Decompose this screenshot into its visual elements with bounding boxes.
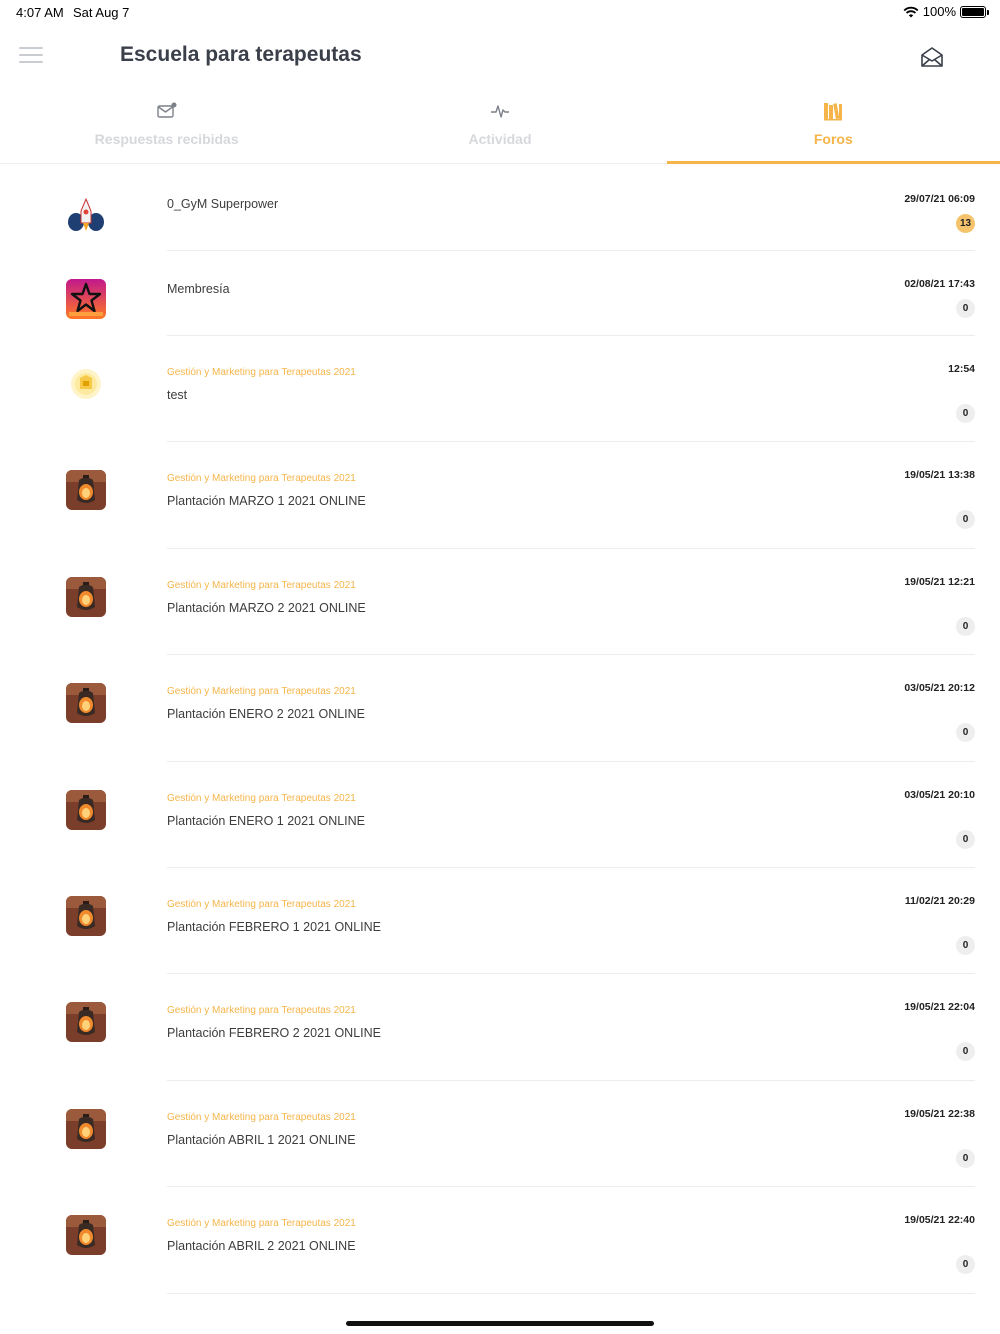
forum-title: Plantación ENERO 1 2021 ONLINE	[167, 813, 366, 828]
rocket-avatar	[66, 195, 106, 235]
forum-category: Gestión y Marketing para Terapeutas 2021	[167, 686, 356, 698]
forum-category: Gestión y Marketing para Terapeutas 2021	[167, 367, 356, 378]
wifi-icon	[903, 6, 919, 17]
count-badge: 0	[956, 1255, 975, 1275]
forum-title: test	[167, 388, 188, 402]
forum-date: 03/05/21 20:12	[904, 682, 975, 695]
count-badge: 0	[956, 510, 975, 530]
count-badge: 0	[956, 935, 975, 955]
forum-title: 0_GyM Superpower	[167, 197, 279, 211]
forum-row[interactable]: Gestión y Marketing para Terapeutas 2021…	[0, 762, 1000, 868]
divider	[167, 1292, 975, 1294]
forum-row[interactable]: Gestión y Marketing para Terapeutas 2021…	[0, 655, 1000, 762]
count-badge: 0	[956, 1148, 975, 1168]
status-bar: 4:07 AM Sat Aug 7 100%	[0, 0, 1000, 24]
forum-date: 02/08/21 17:43	[904, 278, 975, 290]
forum-row[interactable]: Membresía 02/08/21 17:43 0	[0, 251, 1000, 336]
forum-category: Gestión y Marketing para Terapeutas 2021	[167, 1218, 356, 1230]
forum-date: 11/02/21 20:29	[904, 894, 975, 907]
forum-category: Gestión y Marketing para Terapeutas 2021	[167, 1111, 356, 1123]
forum-date: 19/05/21 12:21	[904, 575, 975, 588]
tab-actividad[interactable]: Actividad	[333, 92, 666, 163]
forum-category: Gestión y Marketing para Terapeutas 2021	[167, 579, 356, 591]
hamburger-menu-icon[interactable]	[19, 47, 43, 65]
forum-category: Gestión y Marketing para Terapeutas 2021	[167, 792, 356, 804]
tab-label: Foros	[813, 131, 853, 147]
forum-row[interactable]: Gestión y Marketing para Terapeutas 2021…	[0, 549, 1000, 656]
tab-foros[interactable]: Foros	[666, 92, 1000, 164]
star-membership-avatar	[66, 279, 106, 319]
status-indicators: 100%	[903, 4, 989, 19]
count-badge: 0	[956, 404, 975, 423]
forum-date: 19/05/21 22:04	[904, 1001, 975, 1014]
lantern-avatar	[66, 1215, 106, 1256]
forum-title: Plantación FEBRERO 1 2021 ONLINE	[167, 919, 381, 934]
count-badge: 0	[956, 299, 975, 318]
forum-row[interactable]: Gestión y Marketing para Terapeutas 2021…	[0, 336, 1000, 443]
lantern-avatar	[66, 1108, 106, 1149]
count-badge: 0	[956, 829, 975, 849]
status-time: 4:07 AM	[16, 5, 64, 20]
forum-list: 0_GyM Superpower 29/07/21 06:09 13 Membr…	[0, 166, 1000, 1294]
tab-label: Respuestas recibidas	[94, 131, 239, 147]
forum-row[interactable]: 0_GyM Superpower 29/07/21 06:09 13	[0, 166, 1000, 251]
forum-title: Plantación FEBRERO 2 2021 ONLINE	[167, 1026, 381, 1041]
count-badge: 0	[956, 616, 975, 636]
forum-row[interactable]: Gestión y Marketing para Terapeutas 2021…	[0, 868, 1000, 975]
count-badge: 0	[956, 723, 975, 743]
forum-date: 29/07/21 06:09	[904, 193, 975, 205]
count-badge: 13	[956, 214, 975, 233]
forum-title: Plantación ENERO 2 2021 ONLINE	[167, 707, 366, 722]
lantern-avatar	[66, 1002, 106, 1043]
lantern-avatar	[66, 789, 106, 830]
page-title: Escuela para terapeutas	[120, 43, 362, 66]
forum-row[interactable]: Gestión y Marketing para Terapeutas 2021…	[0, 974, 1000, 1081]
forum-date: 19/05/21 22:38	[904, 1107, 975, 1120]
forum-title: Membresía	[167, 282, 230, 296]
forum-category: Gestión y Marketing para Terapeutas 2021	[167, 898, 356, 910]
status-date: Sat Aug 7	[73, 5, 130, 20]
envelope-open-icon[interactable]	[920, 46, 944, 68]
forum-date: 03/05/21 20:10	[904, 788, 975, 801]
forum-row[interactable]: Gestión y Marketing para Terapeutas 2021…	[0, 442, 1000, 549]
envelope-notification-icon	[156, 102, 177, 118]
forum-date: 19/05/21 13:38	[904, 469, 975, 482]
lantern-avatar	[66, 576, 106, 617]
forum-category: Gestión y Marketing para Terapeutas 2021	[167, 1005, 356, 1017]
battery-icon	[960, 5, 989, 18]
activity-pulse-icon	[490, 105, 509, 118]
forum-title: Plantación MARZO 1 2021 ONLINE	[167, 494, 366, 509]
lantern-avatar	[66, 895, 106, 936]
home-indicator	[346, 1321, 654, 1326]
books-icon	[824, 103, 843, 121]
forum-title: Plantación ABRIL 2 2021 ONLINE	[167, 1239, 356, 1254]
count-badge: 0	[956, 1042, 975, 1062]
app-header: Escuela para terapeutas	[0, 30, 1000, 86]
tab-label: Actividad	[468, 131, 532, 147]
forum-category: Gestión y Marketing para Terapeutas 2021	[167, 473, 356, 485]
forum-row[interactable]: Gestión y Marketing para Terapeutas 2021…	[0, 1081, 1000, 1188]
lantern-avatar	[66, 683, 106, 724]
tab-respuestas-recibidas[interactable]: Respuestas recibidas	[0, 92, 333, 163]
forum-date: 19/05/21 22:40	[904, 1214, 975, 1227]
forum-row[interactable]: Gestión y Marketing para Terapeutas 2021…	[0, 1187, 1000, 1294]
tab-bar: Respuestas recibidas Actividad Foros	[0, 92, 1000, 164]
forum-date: 12:54	[948, 363, 975, 375]
lantern-avatar	[66, 470, 106, 511]
badge-avatar	[66, 364, 106, 404]
forum-title: Plantación ABRIL 1 2021 ONLINE	[167, 1132, 356, 1147]
battery-percent: 100%	[922, 4, 956, 19]
forum-title: Plantación MARZO 2 2021 ONLINE	[167, 600, 366, 615]
